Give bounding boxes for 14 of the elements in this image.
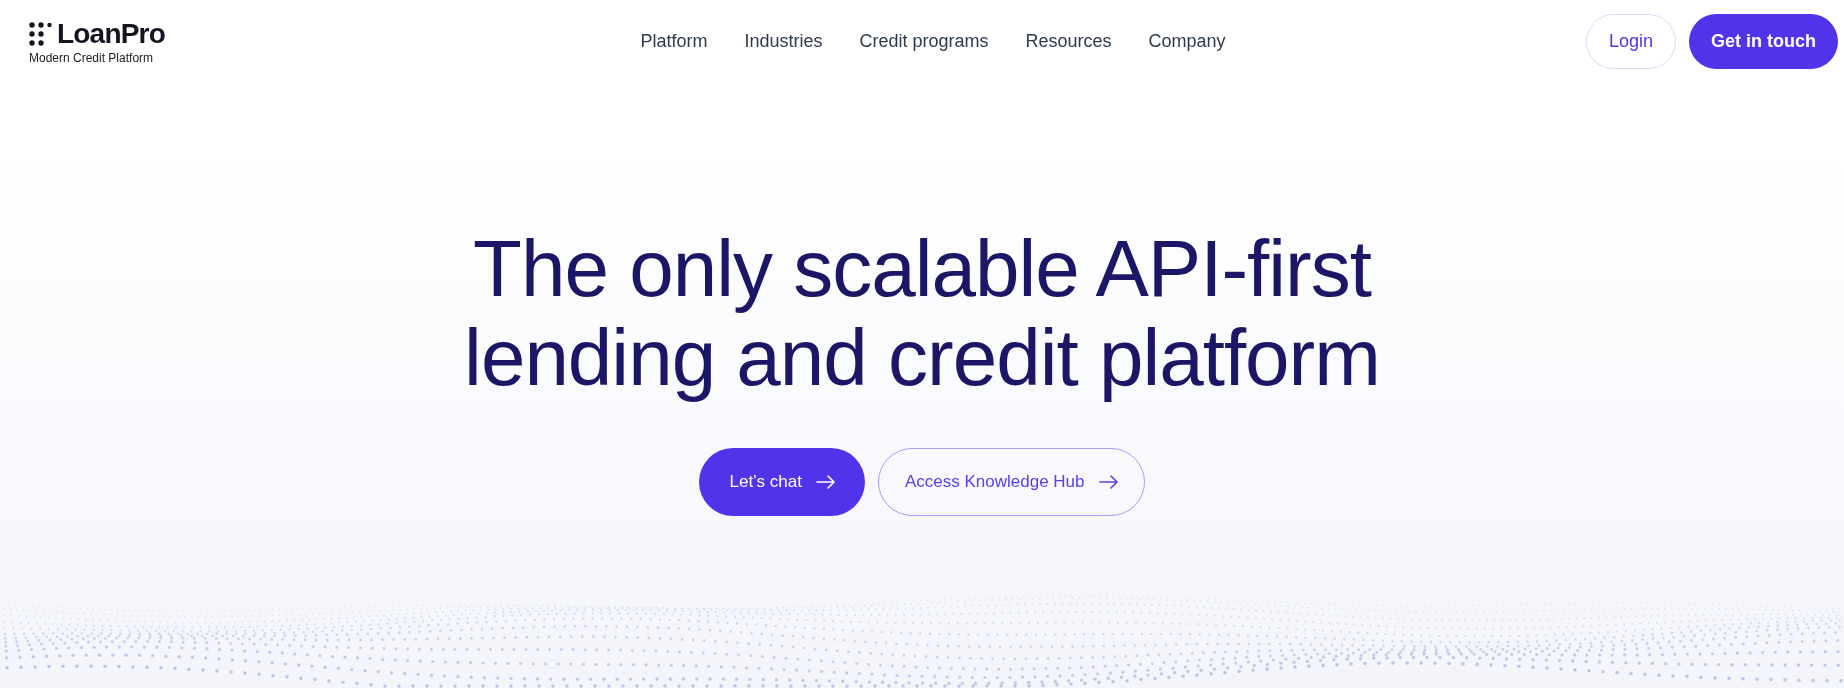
get-in-touch-button[interactable]: Get in touch	[1689, 13, 1838, 69]
logo-tagline: Modern Credit Platform	[29, 51, 154, 65]
arrow-right-icon	[815, 475, 835, 489]
hero-heading: The only scalable API-first lending and credit platform	[464, 224, 1380, 402]
nav-link[interactable]: Company	[1148, 29, 1226, 53]
login-button[interactable]: Login	[1585, 13, 1676, 69]
nav-link[interactable]: Platform	[640, 29, 708, 53]
lets-chat-button[interactable]: Let’s chat	[699, 448, 865, 516]
logo-dots-icon	[29, 22, 53, 46]
nav-link[interactable]: Credit programs	[859, 29, 989, 53]
nav-link[interactable]: Industries	[744, 29, 823, 53]
logo-wordmark[interactable]: LoanPro	[57, 19, 165, 49]
nav-link[interactable]: Resources	[1025, 29, 1112, 53]
arrow-right-icon	[1098, 475, 1118, 489]
